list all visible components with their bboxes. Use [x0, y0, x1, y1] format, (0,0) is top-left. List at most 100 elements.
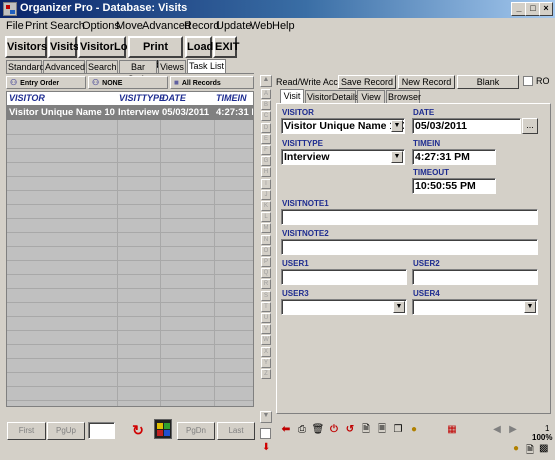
alpha-a-button[interactable]: A [261, 89, 271, 99]
bulb-icon[interactable]: ● [407, 423, 421, 438]
alpha-q-button[interactable]: Q [261, 268, 271, 279]
visits-button[interactable]: Visits [48, 36, 79, 58]
none-sort-button[interactable]: ⚇ NONE [88, 76, 168, 89]
col-date[interactable]: DATE [162, 93, 186, 103]
new-record-button[interactable]: New Record [398, 75, 455, 89]
alpha-b-button[interactable]: B [261, 100, 271, 111]
chevron-down-icon[interactable]: ▼ [391, 120, 403, 132]
alpha-c-button[interactable]: C [261, 111, 271, 122]
tab-view[interactable]: View [357, 90, 385, 104]
undo-icon[interactable]: ↺ [343, 423, 357, 438]
menu-web[interactable]: Web [250, 20, 272, 32]
menu-file[interactable]: File [6, 20, 24, 32]
alpha-w-button[interactable]: W [261, 335, 271, 346]
exit-button[interactable]: EXIT [213, 36, 239, 58]
chevron-down-icon[interactable]: ▼ [393, 301, 405, 313]
print-badge-button[interactable]: Print Badge [128, 36, 183, 71]
alpha-f-button[interactable]: F [261, 145, 271, 155]
tab-advanced[interactable]: Advanced [43, 60, 85, 74]
power-icon[interactable]: ⏻ [327, 423, 341, 438]
arrow-down-icon[interactable]: ⬇ [262, 442, 270, 453]
alpha-r-button[interactable]: R [261, 279, 271, 290]
scroll-down-icon[interactable]: ▼ [260, 411, 272, 423]
chevron-down-icon[interactable]: ▼ [524, 301, 536, 313]
save-record-button[interactable]: Save Record [338, 75, 396, 89]
entry-order-button[interactable]: ⚇ Entry Order [6, 76, 86, 89]
menu-options[interactable]: Options [82, 20, 120, 32]
scroll-up-icon[interactable]: ▲ [260, 75, 272, 87]
close-button[interactable]: × [539, 2, 553, 16]
tab-browser[interactable]: Browser [386, 90, 421, 104]
last-button[interactable]: Last [217, 422, 255, 440]
alpha-y-button[interactable]: Y [261, 357, 271, 368]
col-visitor[interactable]: VISITOR [9, 93, 45, 103]
menu-update[interactable]: Update [216, 20, 251, 32]
date-picker-button[interactable]: ... [522, 118, 538, 134]
tab-standard[interactable]: Standard [6, 60, 45, 74]
print-icon[interactable]: ⎙ [295, 423, 309, 438]
alpha-t-button[interactable]: T [261, 301, 271, 312]
alpha-m-button[interactable]: M [261, 223, 271, 234]
alpha-h-button[interactable]: H [261, 167, 271, 178]
copy-icon[interactable]: ❐ [391, 423, 405, 438]
alpha-l-button[interactable]: L [261, 212, 271, 223]
alpha-u-button[interactable]: U [261, 313, 271, 323]
tab-tasklist[interactable]: Task List [187, 59, 226, 74]
user1-field[interactable] [281, 269, 407, 285]
alpha-v-button[interactable]: V [261, 324, 271, 335]
trash-icon[interactable]: 🗑 [311, 423, 325, 438]
tab-visit[interactable]: Visit [280, 89, 304, 103]
alpha-j-button[interactable]: J [261, 189, 271, 200]
visitors-button[interactable]: Visitors [5, 36, 47, 58]
menu-help[interactable]: Help [272, 20, 295, 32]
user3-select[interactable]: ▼ [281, 299, 407, 315]
table-row[interactable]: Visitor Unique Name 100 Interview 05/03/… [7, 106, 253, 120]
visittype-select[interactable]: Interview ▼ [281, 149, 405, 165]
blank-button[interactable]: Blank [457, 75, 519, 89]
record-list[interactable]: VISITOR VISITTYPE DATE TIMEIN Visitor Un… [6, 91, 254, 407]
menu-record[interactable]: Record [184, 20, 219, 32]
tab-visitordetails[interactable]: VisitorDetails [305, 90, 359, 104]
col-timein[interactable]: TIMEIN [216, 93, 247, 103]
filter-checkbox[interactable] [260, 428, 271, 439]
database-icon[interactable]: ▩ [539, 443, 548, 454]
record-jump-input[interactable] [88, 422, 115, 439]
document-add-icon[interactable]: 🗏 [375, 423, 389, 438]
menu-search[interactable]: Search [50, 20, 85, 32]
document-status-icon[interactable]: 🗎 [526, 443, 534, 460]
ro-checkbox[interactable] [523, 76, 533, 86]
alpha-p-button[interactable]: P [261, 257, 271, 267]
pgup-button[interactable]: PgUp [47, 422, 85, 440]
all-records-button[interactable]: ■ All Records [170, 76, 254, 89]
document-icon[interactable]: 🗎 [359, 423, 373, 438]
visitnote1-field[interactable] [281, 209, 538, 225]
timeout-field[interactable]: 10:50:55 PM [412, 178, 496, 194]
alpha-n-button[interactable]: N [261, 234, 271, 245]
grid-icon[interactable]: ▦ [445, 423, 459, 438]
tab-barcode[interactable]: Bar Code [119, 60, 157, 84]
tab-search[interactable]: Search [86, 60, 118, 74]
timein-field[interactable]: 4:27:31 PM [412, 149, 496, 165]
alpha-s-button[interactable]: S [261, 290, 271, 301]
nav-prev-icon[interactable]: ◀ [490, 423, 504, 438]
color-grid-icon[interactable] [154, 419, 172, 439]
alpha-k-button[interactable]: K [261, 201, 271, 211]
menu-print[interactable]: Print [25, 20, 48, 32]
first-button[interactable]: First [7, 422, 46, 440]
back-arrow-icon[interactable]: ⬅ [279, 423, 293, 438]
visitor-select[interactable]: Visitor Unique Name 100 ▼ [281, 118, 405, 134]
load-button[interactable]: Load [185, 36, 213, 58]
alpha-o-button[interactable]: O [261, 245, 271, 256]
alpha-d-button[interactable]: D [261, 122, 271, 133]
alpha-i-button[interactable]: I [261, 178, 271, 189]
visitnote2-field[interactable] [281, 239, 538, 255]
nav-next-icon[interactable]: ▶ [506, 423, 520, 438]
alpha-z-button[interactable]: Z [261, 369, 271, 379]
user4-select[interactable]: ▼ [412, 299, 538, 315]
alpha-e-button[interactable]: E [261, 133, 271, 144]
menu-move[interactable]: Move [116, 20, 143, 32]
chevron-down-icon[interactable]: ▼ [391, 151, 403, 163]
visitorlog-button[interactable]: VisitorLog [78, 36, 134, 58]
pgdn-button[interactable]: PgDn [177, 422, 215, 440]
col-visittype[interactable]: VISITTYPE [119, 93, 165, 103]
